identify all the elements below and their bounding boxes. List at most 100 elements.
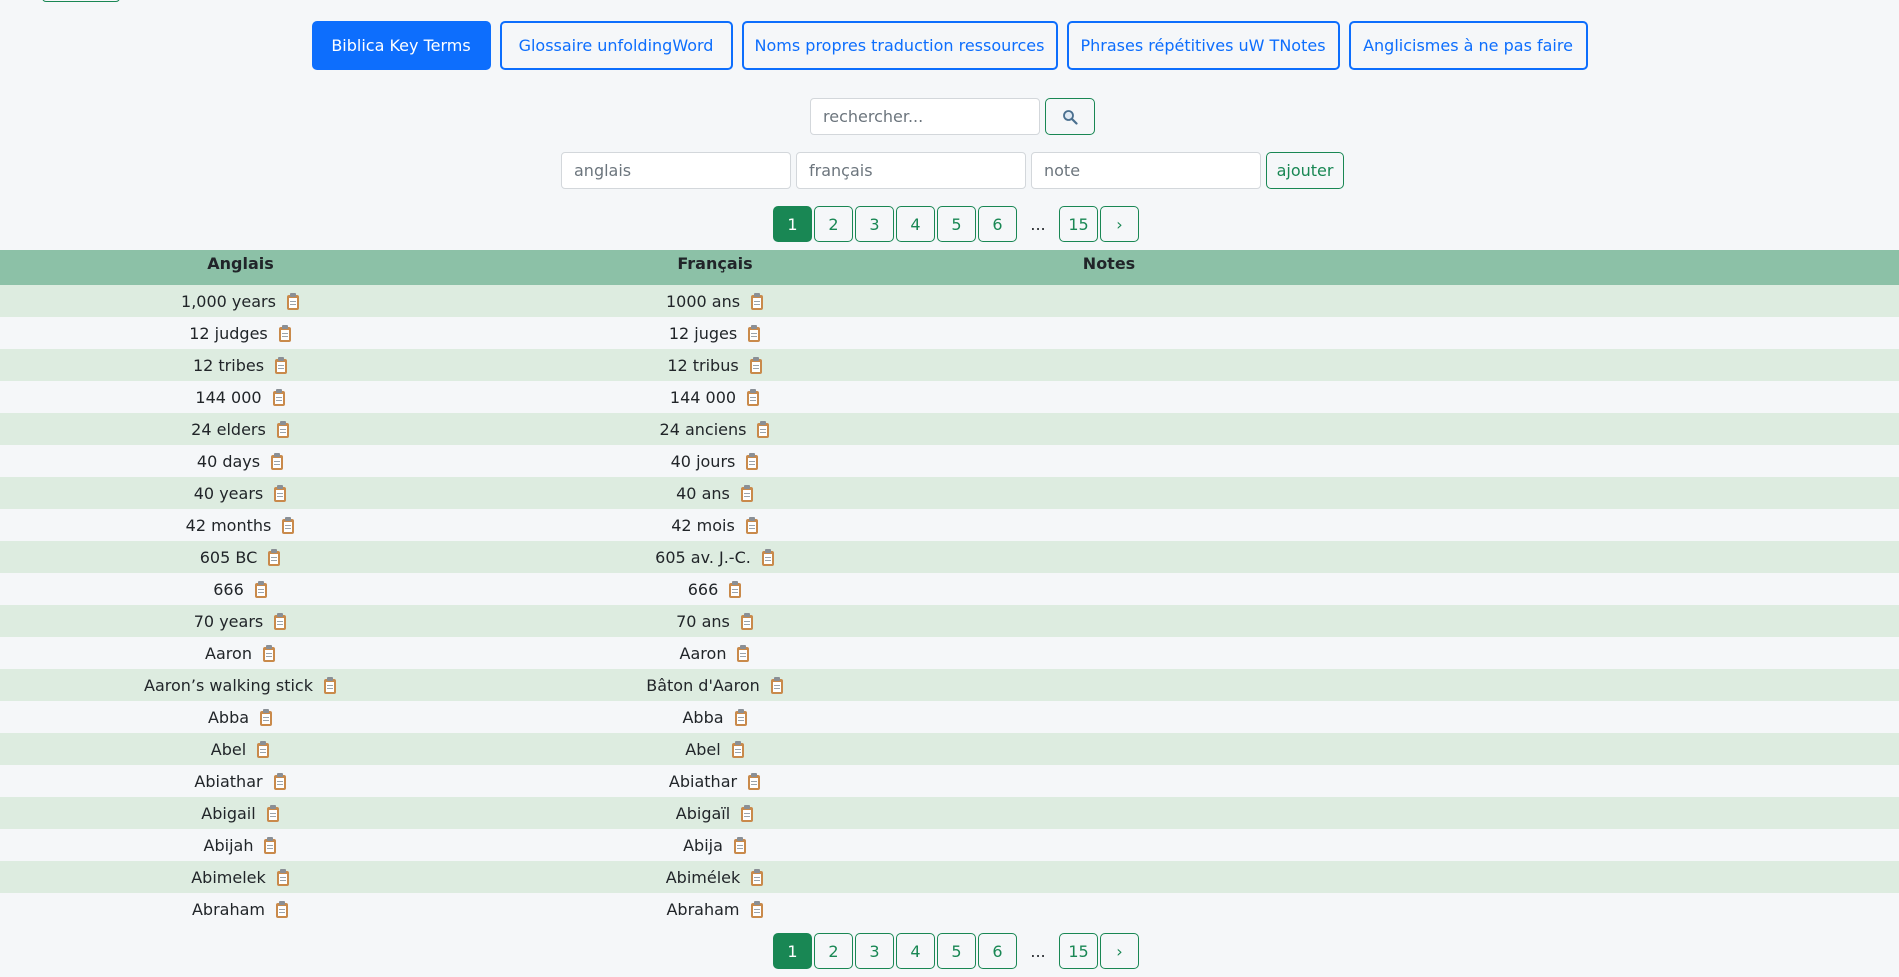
clipboard-icon[interactable] <box>740 484 754 502</box>
clipboard-icon[interactable] <box>734 708 748 726</box>
header-french: Français <box>677 254 753 273</box>
search-icon <box>1063 109 1078 125</box>
clipboard-icon[interactable] <box>267 548 281 566</box>
tab-phrases-repetitives[interactable]: Phrases répétitives uW TNotes <box>1066 21 1340 70</box>
clipboard-icon[interactable] <box>263 836 277 854</box>
french-term: Aaron <box>679 643 727 663</box>
clipboard-icon[interactable] <box>770 676 784 694</box>
french-cell: 12 juges <box>481 324 949 343</box>
clipboard-icon[interactable] <box>750 868 764 886</box>
clipboard-icon[interactable] <box>276 420 290 438</box>
english-cell: 40 days <box>0 452 481 471</box>
table-row: 666 666 <box>0 573 1899 605</box>
clipboard-icon[interactable] <box>275 900 289 918</box>
english-cell: Abijah <box>0 836 481 855</box>
english-term: Abigail <box>201 803 256 823</box>
french-term: 42 mois <box>671 515 735 535</box>
clipboard-icon[interactable] <box>745 452 759 470</box>
pagination-ellipsis: ... <box>1030 214 1046 234</box>
clipboard-icon[interactable] <box>745 516 759 534</box>
clipboard-icon[interactable] <box>259 708 273 726</box>
clipboard-icon[interactable] <box>256 740 270 758</box>
clipboard-icon[interactable] <box>749 356 763 374</box>
page-6-button[interactable]: 6 <box>978 933 1017 969</box>
clipboard-icon[interactable] <box>736 644 750 662</box>
tab-anglicismes[interactable]: Anglicismes à ne pas faire <box>1348 21 1588 70</box>
search-input[interactable]: rechercher... <box>810 98 1040 135</box>
page-1-button[interactable]: 1 <box>773 933 812 969</box>
clipboard-icon[interactable] <box>731 740 745 758</box>
english-cell: 42 months <box>0 516 481 535</box>
clipboard-icon[interactable] <box>273 772 287 790</box>
clipboard-icon[interactable] <box>274 356 288 374</box>
table-row: 24 elders 24 anciens <box>0 413 1899 445</box>
english-term: 666 <box>213 579 244 599</box>
page-4-button[interactable]: 4 <box>896 933 935 969</box>
clipboard-icon[interactable] <box>278 324 292 342</box>
tab-noms-propres[interactable]: Noms propres traduction ressources <box>741 21 1058 70</box>
tab-glossaire-unfoldingword[interactable]: Glossaire unfoldingWord <box>499 21 733 70</box>
clipboard-icon[interactable] <box>761 548 775 566</box>
french-term: 24 anciens <box>659 419 747 439</box>
english-term: Abiathar <box>194 771 263 791</box>
page-next-button[interactable]: › <box>1100 933 1139 969</box>
page-2-button[interactable]: 2 <box>814 206 853 242</box>
search-button[interactable] <box>1045 98 1095 135</box>
english-cell: Abraham <box>0 900 481 919</box>
table-row: 12 tribes 12 tribus <box>0 349 1899 381</box>
clipboard-icon[interactable] <box>281 516 295 534</box>
clipboard-icon[interactable] <box>272 388 286 406</box>
clipboard-icon[interactable] <box>262 644 276 662</box>
english-cell: Abiathar <box>0 772 481 791</box>
clipboard-icon[interactable] <box>323 676 337 694</box>
page-6-button[interactable]: 6 <box>978 206 1017 242</box>
french-input[interactable]: français <box>796 152 1026 189</box>
table-row: Abiathar Abiathar <box>0 765 1899 797</box>
table-row: Abimelek Abimélek <box>0 861 1899 893</box>
clipboard-icon[interactable] <box>286 292 300 310</box>
note-input[interactable]: note <box>1031 152 1261 189</box>
tab-biblica-key-terms[interactable]: Biblica Key Terms <box>311 21 491 70</box>
pagination-bottom: 1 2 3 4 5 6 ... 15 › <box>773 933 1139 969</box>
clipboard-icon[interactable] <box>273 484 287 502</box>
page-last-button[interactable]: 15 <box>1059 206 1098 242</box>
table-row: 144 000 144 000 <box>0 381 1899 413</box>
clipboard-icon[interactable] <box>270 452 284 470</box>
page-next-button[interactable]: › <box>1100 206 1139 242</box>
page-3-button[interactable]: 3 <box>855 206 894 242</box>
clipboard-icon[interactable] <box>740 804 754 822</box>
english-cell: 1,000 years <box>0 292 481 311</box>
french-term: 12 tribus <box>667 355 739 375</box>
page-2-button[interactable]: 2 <box>814 933 853 969</box>
clipboard-icon[interactable] <box>273 612 287 630</box>
clipboard-icon[interactable] <box>750 292 764 310</box>
page-4-button[interactable]: 4 <box>896 206 935 242</box>
table-row: 42 months 42 mois <box>0 509 1899 541</box>
french-cell: 1000 ans <box>481 292 949 311</box>
page-last-button[interactable]: 15 <box>1059 933 1098 969</box>
add-button[interactable]: ajouter <box>1266 152 1344 189</box>
clipboard-icon[interactable] <box>266 804 280 822</box>
page-5-button[interactable]: 5 <box>937 933 976 969</box>
french-term: 144 000 <box>669 387 737 407</box>
clipboard-icon[interactable] <box>746 388 760 406</box>
table-row: Abigail Abigaïl <box>0 797 1899 829</box>
clipboard-icon[interactable] <box>733 836 747 854</box>
clipboard-icon[interactable] <box>728 580 742 598</box>
english-term: 40 years <box>193 483 264 503</box>
english-term: 605 BC <box>199 547 258 567</box>
page-3-button[interactable]: 3 <box>855 933 894 969</box>
clipboard-icon[interactable] <box>747 772 761 790</box>
page-1-button[interactable]: 1 <box>773 206 812 242</box>
clipboard-icon[interactable] <box>740 612 754 630</box>
clipboard-icon[interactable] <box>276 868 290 886</box>
english-term: Abraham <box>191 899 265 919</box>
english-input[interactable]: anglais <box>561 152 791 189</box>
clipboard-icon[interactable] <box>747 324 761 342</box>
clipboard-icon[interactable] <box>756 420 770 438</box>
page-5-button[interactable]: 5 <box>937 206 976 242</box>
top-partial-button[interactable] <box>42 0 120 2</box>
clipboard-icon[interactable] <box>750 900 764 918</box>
pagination-top: 1 2 3 4 5 6 ... 15 › <box>773 206 1139 242</box>
clipboard-icon[interactable] <box>254 580 268 598</box>
